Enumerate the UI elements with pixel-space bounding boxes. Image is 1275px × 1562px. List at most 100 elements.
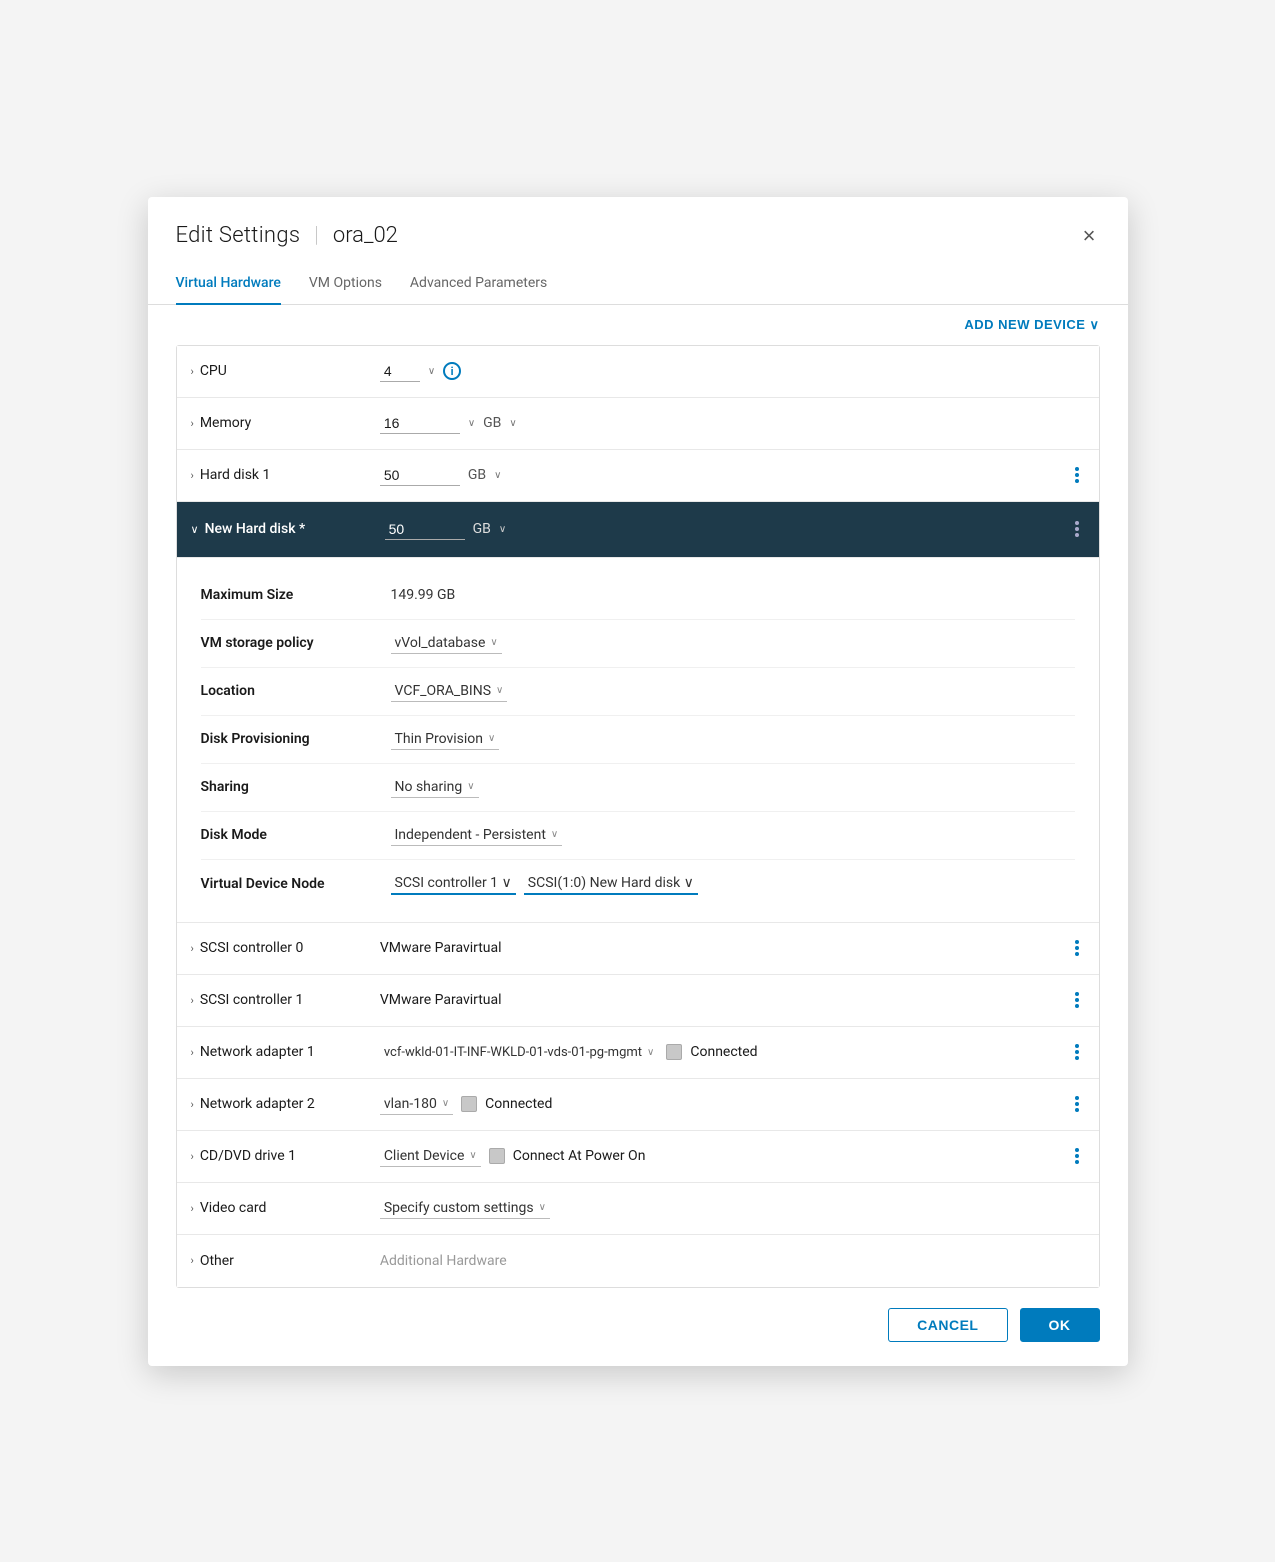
cd-dvd-value: Client Device ∨ Connect At Power On bbox=[380, 1146, 1059, 1167]
net-2-expand-icon[interactable]: › bbox=[191, 1098, 194, 1111]
ok-button[interactable]: OK bbox=[1020, 1308, 1100, 1342]
video-card-dropdown[interactable]: Specify custom settings ∨ bbox=[380, 1198, 550, 1219]
location-dropdown[interactable]: VCF_ORA_BINS ∨ bbox=[391, 681, 508, 702]
cpu-expand-icon[interactable]: › bbox=[191, 365, 194, 378]
disk-provisioning-dropdown[interactable]: Thin Provision ∨ bbox=[391, 729, 500, 750]
main-content: › CPU ∨ i › Memory ∨ GB ∨ bbox=[148, 345, 1128, 1288]
sharing-dropdown[interactable]: No sharing ∨ bbox=[391, 777, 479, 798]
net-1-actions bbox=[1059, 1040, 1085, 1064]
sharing-chevron-icon: ∨ bbox=[467, 781, 474, 792]
memory-chevron-icon[interactable]: ∨ bbox=[468, 418, 475, 429]
cpu-input[interactable] bbox=[380, 361, 420, 382]
tab-vm-options[interactable]: VM Options bbox=[309, 263, 382, 305]
add-new-device-button[interactable]: ADD NEW DEVICE ∨ bbox=[964, 317, 1099, 333]
net-2-actions bbox=[1059, 1092, 1085, 1116]
net-2-network-dropdown[interactable]: vlan-180 ∨ bbox=[380, 1094, 453, 1115]
scsi-1-label: SCSI controller 1 bbox=[200, 992, 380, 1008]
hard-disk-1-expand-icon[interactable]: › bbox=[191, 469, 194, 482]
virtual-device-node-value: SCSI controller 1 ∨ SCSI(1:0) New Hard d… bbox=[391, 873, 1075, 895]
hard-disk-1-value: GB ∨ bbox=[380, 465, 1059, 486]
disk-provisioning-row: Disk Provisioning Thin Provision ∨ bbox=[201, 716, 1075, 764]
cd-dvd-type-dropdown[interactable]: Client Device ∨ bbox=[380, 1146, 481, 1167]
net-1-connected-checkbox[interactable] bbox=[666, 1044, 682, 1060]
video-card-value: Specify custom settings ∨ bbox=[380, 1198, 1085, 1219]
video-card-expand-icon[interactable]: › bbox=[191, 1202, 194, 1215]
new-hard-disk-details: Maximum Size 149.99 GB VM storage policy… bbox=[177, 558, 1099, 923]
title-group: Edit Settings | ora_02 bbox=[176, 223, 398, 248]
scsi-0-expand-icon[interactable]: › bbox=[191, 942, 194, 955]
scsi-1-menu-button[interactable] bbox=[1069, 988, 1085, 1012]
vm-storage-policy-row: VM storage policy vVol_database ∨ bbox=[201, 620, 1075, 668]
new-hard-disk-input[interactable] bbox=[385, 519, 465, 540]
cpu-chevron-icon[interactable]: ∨ bbox=[428, 366, 435, 377]
network-adapter-1-row: › Network adapter 1 vcf-wkld-01-IT-INF-W… bbox=[177, 1027, 1099, 1079]
close-button[interactable]: × bbox=[1079, 221, 1100, 251]
cpu-info-icon[interactable]: i bbox=[443, 362, 461, 380]
memory-unit-chevron-icon[interactable]: ∨ bbox=[509, 418, 516, 429]
location-value: VCF_ORA_BINS ∨ bbox=[391, 681, 1075, 702]
hard-disk-1-unit: GB bbox=[468, 467, 486, 483]
vm-storage-policy-chevron-icon: ∨ bbox=[490, 637, 497, 648]
cd-dvd-menu-button[interactable] bbox=[1069, 1144, 1085, 1168]
tab-advanced-parameters[interactable]: Advanced Parameters bbox=[410, 263, 547, 305]
new-hard-disk-expand-icon[interactable]: ∨ bbox=[191, 523, 199, 536]
new-hard-disk-label: New Hard disk * bbox=[205, 521, 385, 537]
max-size-value: 149.99 GB bbox=[391, 587, 1075, 603]
max-size-label: Maximum Size bbox=[201, 587, 391, 603]
net-1-menu-button[interactable] bbox=[1069, 1040, 1085, 1064]
new-hard-disk-actions bbox=[1059, 517, 1085, 541]
hard-disk-1-label: Hard disk 1 bbox=[200, 467, 380, 483]
vm-storage-policy-dropdown[interactable]: vVol_database ∨ bbox=[391, 633, 502, 654]
memory-expand-icon[interactable]: › bbox=[191, 417, 194, 430]
sharing-value: No sharing ∨ bbox=[391, 777, 1075, 798]
hard-disk-1-row: › Hard disk 1 GB ∨ bbox=[177, 450, 1099, 502]
chevron-down-icon: ∨ bbox=[1089, 317, 1099, 333]
cd-dvd-power-checkbox[interactable] bbox=[489, 1148, 505, 1164]
dialog-footer: CANCEL OK bbox=[148, 1288, 1128, 1366]
net-1-expand-icon[interactable]: › bbox=[191, 1046, 194, 1059]
other-row: › Other Additional Hardware bbox=[177, 1235, 1099, 1287]
net-2-chevron-icon: ∨ bbox=[442, 1098, 449, 1109]
cd-dvd-label: CD/DVD drive 1 bbox=[200, 1148, 380, 1164]
sharing-row: Sharing No sharing ∨ bbox=[201, 764, 1075, 812]
memory-input[interactable] bbox=[380, 413, 460, 434]
hard-disk-1-menu-button[interactable] bbox=[1069, 463, 1085, 487]
vm-storage-policy-value: vVol_database ∨ bbox=[391, 633, 1075, 654]
hardware-table: › CPU ∨ i › Memory ∨ GB ∨ bbox=[176, 345, 1100, 1288]
vm-name: ora_02 bbox=[333, 223, 398, 248]
net-2-value: vlan-180 ∨ Connected bbox=[380, 1094, 1059, 1115]
net-1-network-dropdown[interactable]: vcf-wkld-01-IT-INF-WKLD-01-vds-01-pg-mgm… bbox=[380, 1043, 659, 1062]
tab-virtual-hardware[interactable]: Virtual Hardware bbox=[176, 263, 281, 305]
location-chevron-icon: ∨ bbox=[496, 685, 503, 696]
scsi-0-menu-button[interactable] bbox=[1069, 936, 1085, 960]
other-value: Additional Hardware bbox=[380, 1253, 1085, 1269]
net-2-menu-button[interactable] bbox=[1069, 1092, 1085, 1116]
new-hard-disk-unit-chevron-icon[interactable]: ∨ bbox=[499, 524, 506, 535]
net-2-connected-checkbox[interactable] bbox=[461, 1096, 477, 1112]
max-size-row: Maximum Size 149.99 GB bbox=[201, 572, 1075, 620]
disk-mode-row: Disk Mode Independent - Persistent ∨ bbox=[201, 812, 1075, 860]
disk-mode-label: Disk Mode bbox=[201, 827, 391, 843]
hard-disk-1-input[interactable] bbox=[380, 465, 460, 486]
other-expand-icon[interactable]: › bbox=[191, 1254, 194, 1267]
location-row: Location VCF_ORA_BINS ∨ bbox=[201, 668, 1075, 716]
cd-dvd-expand-icon[interactable]: › bbox=[191, 1150, 194, 1163]
disk-provisioning-value: Thin Provision ∨ bbox=[391, 729, 1075, 750]
scsi-slot-dropdown[interactable]: SCSI(1:0) New Hard disk ∨ bbox=[524, 873, 698, 895]
new-hard-disk-menu-button[interactable] bbox=[1069, 517, 1085, 541]
memory-label: Memory bbox=[200, 415, 380, 431]
scsi-1-expand-icon[interactable]: › bbox=[191, 994, 194, 1007]
cpu-label: CPU bbox=[200, 363, 380, 379]
scsi-1-value: VMware Paravirtual bbox=[380, 992, 1059, 1008]
dialog-title: Edit Settings bbox=[176, 223, 301, 248]
title-separator: | bbox=[314, 223, 319, 248]
cd-dvd-row: › CD/DVD drive 1 Client Device ∨ Connect… bbox=[177, 1131, 1099, 1183]
disk-mode-dropdown[interactable]: Independent - Persistent ∨ bbox=[391, 825, 563, 846]
scsi-controller-0-row: › SCSI controller 0 VMware Paravirtual bbox=[177, 923, 1099, 975]
net-2-connected-label: Connected bbox=[485, 1096, 552, 1112]
dialog-header: Edit Settings | ora_02 × bbox=[148, 197, 1128, 251]
cancel-button[interactable]: CANCEL bbox=[888, 1308, 1007, 1342]
hard-disk-1-unit-chevron-icon[interactable]: ∨ bbox=[494, 470, 501, 481]
scsi-0-value: VMware Paravirtual bbox=[380, 940, 1059, 956]
scsi-controller-dropdown[interactable]: SCSI controller 1 ∨ bbox=[391, 873, 516, 895]
